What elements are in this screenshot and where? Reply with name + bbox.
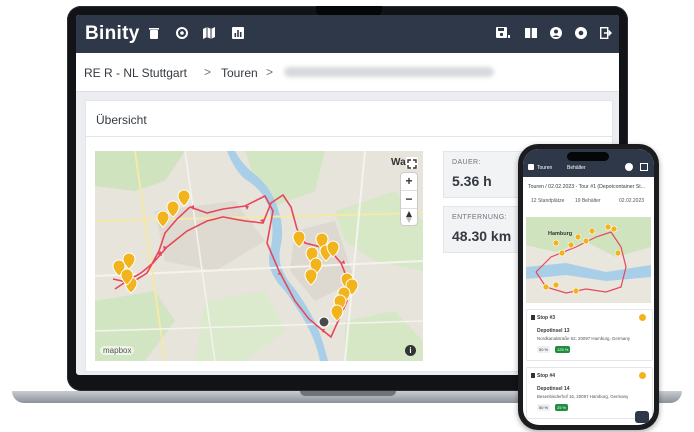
phone-app-bar: Touren Behälter <box>523 149 654 177</box>
phone-tab-behaelter[interactable]: Behälter <box>567 165 586 171</box>
stop-name: Depotinsel 13 <box>537 328 570 334</box>
logout-icon[interactable] <box>640 163 648 171</box>
trash-icon <box>531 315 535 320</box>
phone-meta-containers: 19 Behälter <box>575 198 601 204</box>
zoom-in-button[interactable]: + <box>401 173 417 190</box>
fill-level-badge: 50 % <box>537 346 551 353</box>
status-badge <box>639 314 646 321</box>
save-icon[interactable] <box>496 27 510 39</box>
stop-name: Depotinsel 14 <box>537 386 570 392</box>
status-badge <box>639 372 646 379</box>
map-icon <box>528 164 534 170</box>
duration-value: 5.36 h <box>452 173 492 189</box>
phone-map-label: Hamburg <box>548 231 573 237</box>
breadcrumb-root[interactable]: RE R - NL Stuttgart <box>84 66 187 80</box>
fill-level-badge: 25 % <box>555 404 569 411</box>
phone-route-map[interactable]: Hamburg <box>526 217 651 303</box>
chart-icon[interactable] <box>232 27 244 39</box>
trash-icon[interactable] <box>148 27 160 39</box>
info-icon[interactable]: i <box>405 345 416 356</box>
breadcrumb-redacted <box>284 67 494 77</box>
divider <box>86 136 612 137</box>
phone-tab-touren[interactable]: Touren <box>537 165 552 171</box>
breadcrumb-separator: > <box>204 65 212 79</box>
phone-screen: Touren Behälter Touren / 02.02.2023 - To… <box>523 149 654 425</box>
duration-label: DAUER: <box>452 159 481 166</box>
stop-title: Stop #4 <box>537 373 556 379</box>
distance-label: ENTFERNUNG: <box>452 214 507 221</box>
overview-title: Übersicht <box>96 113 147 127</box>
map-canvas[interactable] <box>95 151 423 361</box>
compass-icon[interactable] <box>401 208 417 226</box>
fill-level-badge: 125 % <box>555 346 571 353</box>
info-icon[interactable] <box>625 163 633 171</box>
map-place-label: Wa <box>391 157 406 168</box>
phone-breadcrumb[interactable]: Touren / 02.02.2023 - Tour #1 (Depotcont… <box>528 184 645 190</box>
fill-level-badge: 50 % <box>537 404 551 411</box>
distance-value: 48.30 km <box>452 228 512 244</box>
zoom-controls: + − <box>401 173 417 225</box>
phone-map-canvas[interactable] <box>526 217 651 303</box>
trash-icon <box>531 373 535 378</box>
logout-icon[interactable] <box>599 26 612 40</box>
mapbox-attribution[interactable]: mapbox <box>100 346 135 355</box>
stop-address: Nordkanalstraße 52, 20097 Hamburg, Germa… <box>537 336 630 341</box>
breadcrumb: RE R - NL Stuttgart > Touren > <box>76 53 619 92</box>
stop-card[interactable]: Stop #3 Depotinsel 13 Nordkanalstraße 52… <box>526 309 653 361</box>
stop-title: Stop #3 <box>537 315 556 321</box>
map-icon[interactable] <box>203 27 215 39</box>
route-map[interactable]: Wa + − mapbox i <box>95 151 423 361</box>
stop-card[interactable]: Stop #4 Depotinsel 14 Besenbinderhof 16,… <box>526 367 653 419</box>
stop-address: Besenbinderhof 16, 20097 Hamburg, German… <box>537 394 629 399</box>
settings-icon[interactable] <box>575 27 587 39</box>
phone-meta-date: 02.02.2023 <box>619 198 645 204</box>
phone-dynamic-island <box>567 152 609 161</box>
zoom-out-button[interactable]: − <box>401 190 417 208</box>
app-bar: Binity <box>76 15 619 53</box>
book-icon[interactable] <box>525 27 537 39</box>
circle-icon[interactable] <box>176 27 188 39</box>
fullscreen-icon[interactable] <box>406 157 418 169</box>
phone-action-button[interactable] <box>635 411 649 423</box>
laptop-base-lip <box>300 391 396 396</box>
breadcrumb-separator: > <box>266 65 274 79</box>
breadcrumb-touren[interactable]: Touren <box>221 66 258 80</box>
brand-logo[interactable]: Binity <box>85 23 140 45</box>
user-icon[interactable] <box>550 27 562 39</box>
phone-meta-stops: 12 Standplätze <box>531 198 565 204</box>
phone-frame: Touren Behälter Touren / 02.02.2023 - To… <box>518 144 659 430</box>
